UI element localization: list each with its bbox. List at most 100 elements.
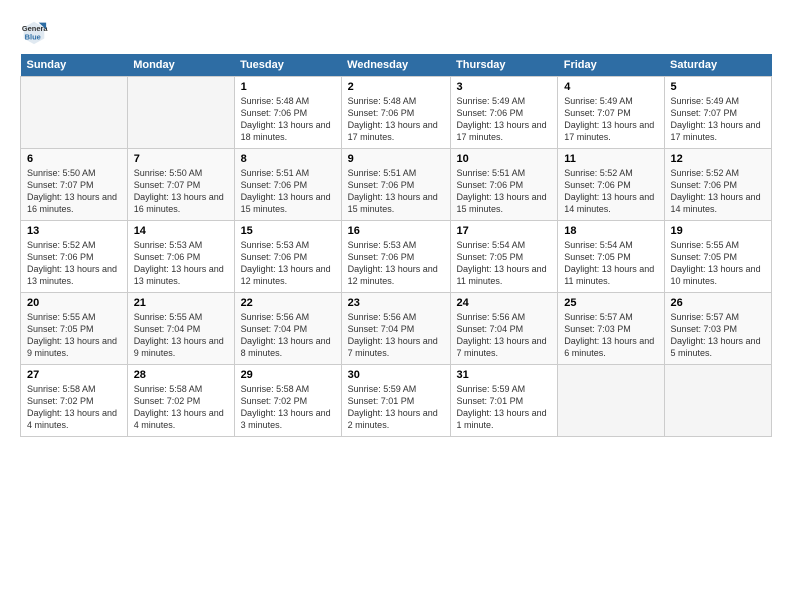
day-number: 14 bbox=[134, 225, 228, 237]
col-header-friday: Friday bbox=[558, 54, 664, 77]
day-number: 28 bbox=[134, 369, 228, 381]
day-number: 16 bbox=[348, 225, 444, 237]
day-info: Sunrise: 5:53 AMSunset: 7:06 PMDaylight:… bbox=[134, 239, 228, 288]
day-cell: 17Sunrise: 5:54 AMSunset: 7:05 PMDayligh… bbox=[450, 221, 558, 293]
day-number: 1 bbox=[241, 81, 335, 93]
day-number: 20 bbox=[27, 297, 121, 309]
day-info: Sunrise: 5:51 AMSunset: 7:06 PMDaylight:… bbox=[457, 167, 552, 216]
day-cell: 10 Sunrise: 5:51 AMSunset: 7:06 PMDayligh… bbox=[450, 149, 558, 221]
day-cell: 23 Sunrise: 5:56 AMSunset: 7:04 PMDayligh… bbox=[341, 293, 450, 365]
col-header-wednesday: Wednesday bbox=[341, 54, 450, 77]
day-number: 18 bbox=[564, 225, 657, 237]
day-number: 8 bbox=[241, 153, 335, 165]
day-number: 24 bbox=[457, 297, 552, 309]
day-cell: 9 Sunrise: 5:51 AMSunset: 7:06 PMDaylight… bbox=[341, 149, 450, 221]
day-number: 3 bbox=[457, 81, 552, 93]
day-info: Sunrise: 5:59 AMSunset: 7:01 PMDaylight:… bbox=[348, 383, 444, 432]
day-info: Sunrise: 5:58 AMSunset: 7:02 PMDaylight:… bbox=[241, 383, 335, 432]
day-number: 25 bbox=[564, 297, 657, 309]
header-row: SundayMondayTuesdayWednesdayThursdayFrid… bbox=[21, 54, 772, 77]
day-info: Sunrise: 5:49 AMSunset: 7:07 PMDaylight:… bbox=[564, 95, 657, 144]
day-info: Sunrise: 5:58 AMSunset: 7:02 PMDaylight:… bbox=[27, 383, 121, 432]
day-info: Sunrise: 5:55 AMSunset: 7:04 PMDaylight:… bbox=[134, 311, 228, 360]
day-info: Sunrise: 5:57 AMSunset: 7:03 PMDaylight:… bbox=[564, 311, 657, 360]
week-row-4: 20 Sunrise: 5:55 AMSunset: 7:05 PMDayligh… bbox=[21, 293, 772, 365]
day-cell: 27 Sunrise: 5:58 AMSunset: 7:02 PMDayligh… bbox=[21, 365, 128, 437]
day-info: Sunrise: 5:49 AMSunset: 7:06 PMDaylight:… bbox=[457, 95, 552, 144]
logo-icon: General Blue bbox=[20, 18, 48, 46]
day-number: 27 bbox=[27, 369, 121, 381]
day-cell: 25 Sunrise: 5:57 AMSunset: 7:03 PMDayligh… bbox=[558, 293, 664, 365]
day-info: Sunrise: 5:56 AMSunset: 7:04 PMDaylight:… bbox=[241, 311, 335, 360]
day-cell: 6Sunrise: 5:50 AMSunset: 7:07 PMDaylight… bbox=[21, 149, 128, 221]
day-cell: 21Sunrise: 5:55 AMSunset: 7:04 PMDayligh… bbox=[127, 293, 234, 365]
col-header-thursday: Thursday bbox=[450, 54, 558, 77]
day-number: 23 bbox=[348, 297, 444, 309]
day-info: Sunrise: 5:50 AMSunset: 7:07 PMDaylight:… bbox=[134, 167, 228, 216]
day-info: Sunrise: 5:59 AMSunset: 7:01 PMDaylight:… bbox=[457, 383, 552, 432]
day-cell: 22 Sunrise: 5:56 AMSunset: 7:04 PMDayligh… bbox=[234, 293, 341, 365]
day-number: 5 bbox=[671, 81, 765, 93]
week-row-2: 6 Sunrise: 5:50 AMSunset: 7:07 PMDaylight… bbox=[21, 149, 772, 221]
day-cell: 26 Sunrise: 5:57 AMSunset: 7:03 PMDayligh… bbox=[664, 293, 771, 365]
day-number: 22 bbox=[241, 297, 335, 309]
day-number: 19 bbox=[671, 225, 765, 237]
day-cell: 11 Sunrise: 5:52 AMSunset: 7:06 PMDayligh… bbox=[558, 149, 664, 221]
day-cell bbox=[664, 365, 771, 437]
day-info: Sunrise: 5:55 AMSunset: 7:05 PMDaylight:… bbox=[27, 311, 121, 360]
day-info: Sunrise: 5:55 AMSunset: 7:05 PMDaylight:… bbox=[671, 239, 765, 288]
day-number: 10 bbox=[457, 153, 552, 165]
day-number: 13 bbox=[27, 225, 121, 237]
day-number: 4 bbox=[564, 81, 657, 93]
day-info: Sunrise: 5:52 AMSunset: 7:06 PMDaylight:… bbox=[671, 167, 765, 216]
day-info: Sunrise: 5:52 AMSunset: 7:06 PMDaylight:… bbox=[27, 239, 121, 288]
day-info: Sunrise: 5:48 AMSunset: 7:06 PMDaylight:… bbox=[348, 95, 444, 144]
day-cell: 20 Sunrise: 5:55 AMSunset: 7:05 PMDayligh… bbox=[21, 293, 128, 365]
calendar-table: SundayMondayTuesdayWednesdayThursdayFrid… bbox=[20, 54, 772, 437]
day-number: 31 bbox=[457, 369, 552, 381]
day-cell: 8 Sunrise: 5:51 AMSunset: 7:06 PMDaylight… bbox=[234, 149, 341, 221]
day-cell: 3 Sunrise: 5:49 AMSunset: 7:06 PMDaylight… bbox=[450, 77, 558, 149]
week-row-3: 13 Sunrise: 5:52 AMSunset: 7:06 PMDayligh… bbox=[21, 221, 772, 293]
day-cell: 2Sunrise: 5:48 AMSunset: 7:06 PMDaylight… bbox=[341, 77, 450, 149]
day-number: 6 bbox=[27, 153, 121, 165]
day-info: Sunrise: 5:53 AMSunset: 7:06 PMDaylight:… bbox=[348, 239, 444, 288]
day-cell bbox=[558, 365, 664, 437]
day-cell: 15 Sunrise: 5:53 AMSunset: 7:06 PMDayligh… bbox=[234, 221, 341, 293]
day-cell: 29 Sunrise: 5:58 AMSunset: 7:02 PMDayligh… bbox=[234, 365, 341, 437]
col-header-monday: Monday bbox=[127, 54, 234, 77]
day-info: Sunrise: 5:58 AMSunset: 7:02 PMDaylight:… bbox=[134, 383, 228, 432]
day-cell: 4 Sunrise: 5:49 AMSunset: 7:07 PMDaylight… bbox=[558, 77, 664, 149]
day-info: Sunrise: 5:49 AMSunset: 7:07 PMDaylight:… bbox=[671, 95, 765, 144]
day-info: Sunrise: 5:51 AMSunset: 7:06 PMDaylight:… bbox=[348, 167, 444, 216]
day-number: 17 bbox=[457, 225, 552, 237]
day-cell: 1Sunrise: 5:48 AMSunset: 7:06 PMDaylight… bbox=[234, 77, 341, 149]
day-number: 11 bbox=[564, 153, 657, 165]
day-cell: 5 Sunrise: 5:49 AMSunset: 7:07 PMDaylight… bbox=[664, 77, 771, 149]
day-info: Sunrise: 5:52 AMSunset: 7:06 PMDaylight:… bbox=[564, 167, 657, 216]
col-header-sunday: Sunday bbox=[21, 54, 128, 77]
day-cell: 13 Sunrise: 5:52 AMSunset: 7:06 PMDayligh… bbox=[21, 221, 128, 293]
day-number: 26 bbox=[671, 297, 765, 309]
day-number: 9 bbox=[348, 153, 444, 165]
day-number: 7 bbox=[134, 153, 228, 165]
day-cell: 24 Sunrise: 5:56 AMSunset: 7:04 PMDayligh… bbox=[450, 293, 558, 365]
day-number: 12 bbox=[671, 153, 765, 165]
day-cell: 19 Sunrise: 5:55 AMSunset: 7:05 PMDayligh… bbox=[664, 221, 771, 293]
day-info: Sunrise: 5:54 AMSunset: 7:05 PMDaylight:… bbox=[564, 239, 657, 288]
day-cell: 28 Sunrise: 5:58 AMSunset: 7:02 PMDayligh… bbox=[127, 365, 234, 437]
day-cell: 16 Sunrise: 5:53 AMSunset: 7:06 PMDayligh… bbox=[341, 221, 450, 293]
day-number: 15 bbox=[241, 225, 335, 237]
day-number: 29 bbox=[241, 369, 335, 381]
day-cell bbox=[127, 77, 234, 149]
day-info: Sunrise: 5:56 AMSunset: 7:04 PMDaylight:… bbox=[348, 311, 444, 360]
day-info: Sunrise: 5:53 AMSunset: 7:06 PMDaylight:… bbox=[241, 239, 335, 288]
page-header: General Blue bbox=[20, 18, 772, 46]
day-info: Sunrise: 5:56 AMSunset: 7:04 PMDaylight:… bbox=[457, 311, 552, 360]
day-cell: 18 Sunrise: 5:54 AMSunset: 7:05 PMDayligh… bbox=[558, 221, 664, 293]
day-cell: 7 Sunrise: 5:50 AMSunset: 7:07 PMDaylight… bbox=[127, 149, 234, 221]
day-info: Sunrise: 5:51 AMSunset: 7:06 PMDaylight:… bbox=[241, 167, 335, 216]
svg-text:Blue: Blue bbox=[25, 32, 41, 41]
day-info: Sunrise: 5:57 AMSunset: 7:03 PMDaylight:… bbox=[671, 311, 765, 360]
day-cell: 30Sunrise: 5:59 AMSunset: 7:01 PMDayligh… bbox=[341, 365, 450, 437]
